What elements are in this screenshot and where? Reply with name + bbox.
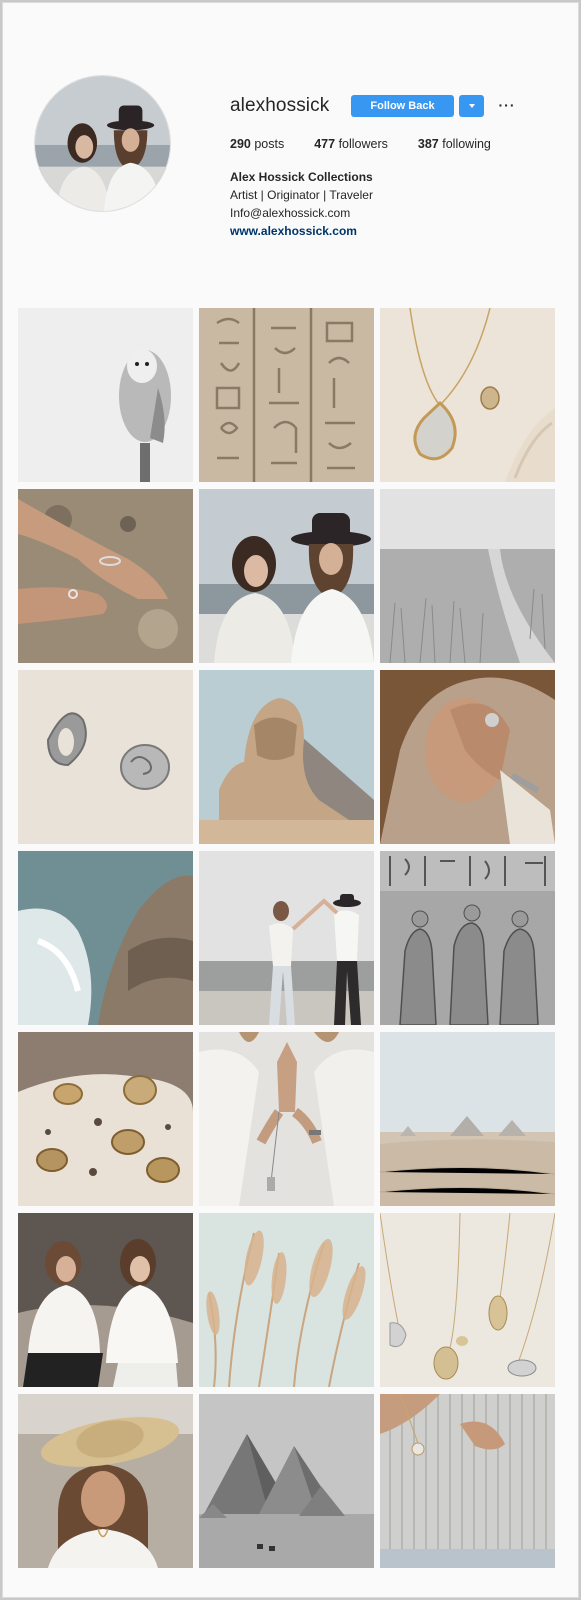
- caret-down-icon: [468, 104, 475, 108]
- post-tile[interactable]: [380, 308, 555, 482]
- post-praying-hands-image: [199, 1032, 374, 1206]
- post-pampas-grass-image: [199, 1213, 374, 1387]
- post-teardrop-necklace-image: [380, 308, 555, 482]
- follow-back-button[interactable]: Follow Back: [351, 95, 454, 117]
- post-man-rings-portrait-image: [380, 670, 555, 844]
- post-tile[interactable]: [18, 1032, 193, 1206]
- post-gold-rings-stone-image: [18, 1032, 193, 1206]
- post-waves-rocks-image: [18, 851, 193, 1025]
- post-tile[interactable]: [199, 1213, 374, 1387]
- post-grass-field-image: [380, 489, 555, 663]
- post-silver-rings-image: [18, 670, 193, 844]
- following-stat[interactable]: 387 following: [418, 137, 491, 151]
- posts-stat: 290 posts: [230, 137, 284, 151]
- following-count: 387: [417, 137, 439, 151]
- post-tile[interactable]: [18, 670, 193, 844]
- followers-count: 477: [314, 137, 336, 151]
- post-desert-pyramids-image: [380, 1032, 555, 1206]
- profile-avatar[interactable]: [34, 75, 171, 212]
- post-tile[interactable]: [380, 1394, 555, 1568]
- post-knit-sweater-image: [380, 1394, 555, 1568]
- post-relief-figures-image: [380, 851, 555, 1025]
- post-tile[interactable]: [380, 670, 555, 844]
- post-tile[interactable]: [380, 489, 555, 663]
- post-barn-owl-image: [18, 308, 193, 482]
- post-tile[interactable]: [199, 1394, 374, 1568]
- profile-stats: 290 posts 477 followers 387 following: [230, 137, 521, 151]
- posts-count: 290: [230, 137, 251, 151]
- following-label: following: [442, 137, 491, 151]
- post-hands-rings-image: [18, 489, 193, 663]
- bio-website-link[interactable]: www.alexhossick.com: [230, 222, 373, 240]
- bio-tagline: Artist | Originator | Traveler: [230, 188, 373, 202]
- followers-stat[interactable]: 477 followers: [314, 137, 388, 151]
- post-tile[interactable]: [199, 308, 374, 482]
- post-tile[interactable]: [18, 1213, 193, 1387]
- post-tile[interactable]: [199, 670, 374, 844]
- post-tile[interactable]: [380, 851, 555, 1025]
- bio-full-name: Alex Hossick Collections: [230, 170, 373, 184]
- post-two-women-rocks-image: [18, 1213, 193, 1387]
- post-tile[interactable]: [199, 489, 374, 663]
- posts-label: posts: [254, 137, 285, 151]
- profile-bio: Alex Hossick Collections Artist | Origin…: [230, 168, 373, 240]
- post-giza-pyramids-image: [199, 1394, 374, 1568]
- post-sphinx-image: [199, 670, 374, 844]
- post-couple-sea-image: [199, 489, 374, 663]
- post-tile[interactable]: [18, 851, 193, 1025]
- post-tile[interactable]: [380, 1213, 555, 1387]
- bio-email: Info@alexhossick.com: [230, 206, 351, 220]
- post-tile[interactable]: [18, 489, 193, 663]
- post-hieroglyphs-image: [199, 308, 374, 482]
- post-tile[interactable]: [199, 851, 374, 1025]
- post-tile[interactable]: [199, 1032, 374, 1206]
- followers-label: followers: [338, 137, 388, 151]
- post-straw-hat-woman-image: [18, 1394, 193, 1568]
- posts-grid: [18, 308, 565, 1568]
- post-tile[interactable]: [18, 308, 193, 482]
- profile-username: alexhossick: [230, 95, 330, 116]
- post-tile[interactable]: [380, 1032, 555, 1206]
- more-options-icon[interactable]: ···: [498, 96, 516, 114]
- profile-page: alexhossick Follow Back ··· 290 posts 47…: [2, 2, 579, 1598]
- post-tile[interactable]: [18, 1394, 193, 1568]
- post-couple-beach-image: [199, 851, 374, 1025]
- post-pendant-necklaces-image: [380, 1213, 555, 1387]
- suggestions-dropdown-button[interactable]: [459, 95, 484, 117]
